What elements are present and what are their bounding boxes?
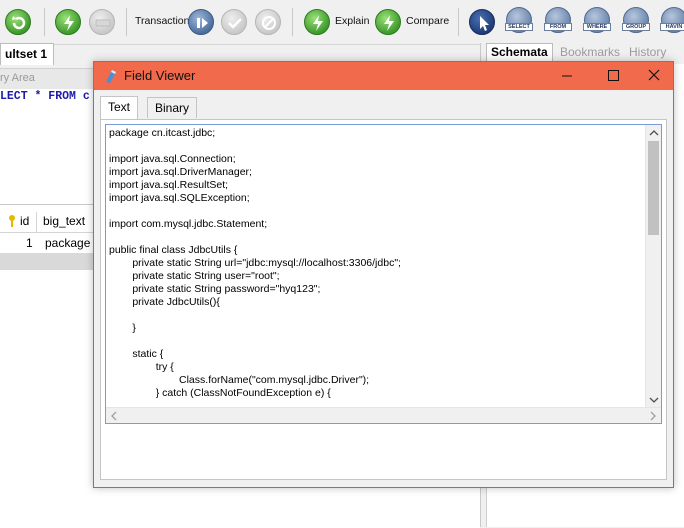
sql-text: LECT * FROM c bbox=[0, 90, 90, 103]
horizontal-scrollbar[interactable] bbox=[106, 407, 661, 423]
field-content[interactable]: package cn.itcast.jdbc; import java.sql.… bbox=[109, 127, 649, 400]
from-clause-button[interactable]: FROM bbox=[544, 7, 572, 35]
column-divider bbox=[36, 212, 37, 232]
scroll-left-icon bbox=[111, 411, 117, 421]
where-clause-button[interactable]: WHERE bbox=[583, 7, 611, 35]
explain-label[interactable]: Explain bbox=[335, 15, 369, 27]
toolbar-separator bbox=[44, 8, 45, 36]
tab-bookmarks[interactable]: Bookmarks bbox=[560, 45, 620, 59]
main-toolbar: Transaction Explain Compare SELECT FROM … bbox=[0, 0, 684, 45]
maximize-button[interactable] bbox=[590, 62, 636, 90]
rollback-icon[interactable] bbox=[255, 9, 281, 35]
toolbar-separator bbox=[458, 8, 459, 36]
minimize-button[interactable] bbox=[544, 62, 590, 90]
tab-binary[interactable]: Binary bbox=[147, 97, 198, 118]
stop-icon[interactable] bbox=[89, 9, 115, 35]
close-button[interactable] bbox=[635, 62, 681, 90]
vertical-scrollbar[interactable] bbox=[645, 125, 661, 408]
dialog-titlebar[interactable]: Field Viewer bbox=[94, 62, 673, 90]
scroll-thumb[interactable] bbox=[648, 141, 659, 235]
toolbar-separator bbox=[292, 8, 293, 36]
tab-schemata[interactable]: Schemata bbox=[486, 43, 553, 63]
execute-icon[interactable] bbox=[55, 9, 81, 35]
field-text-area[interactable]: package cn.itcast.jdbc; import java.sql.… bbox=[105, 124, 662, 424]
app-icon bbox=[104, 68, 118, 87]
commit-icon[interactable] bbox=[221, 9, 247, 35]
grid-empty-area bbox=[0, 270, 100, 527]
grid-empty-row bbox=[0, 253, 100, 270]
column-header-id[interactable]: id bbox=[20, 214, 29, 228]
scroll-right-icon bbox=[650, 411, 656, 421]
column-header-big-text[interactable]: big_text bbox=[43, 214, 85, 228]
begin-transaction-icon[interactable] bbox=[188, 9, 214, 35]
primary-key-icon bbox=[7, 214, 17, 231]
cell-big-text[interactable]: package c bbox=[45, 236, 100, 250]
select-clause-button[interactable]: SELECT bbox=[505, 7, 533, 35]
tab-resultset[interactable]: ultset 1 bbox=[0, 43, 54, 65]
close-icon bbox=[648, 69, 660, 81]
explain-icon[interactable] bbox=[304, 9, 330, 35]
having-clause-button[interactable]: HAVIN bbox=[660, 7, 684, 35]
compare-icon[interactable] bbox=[375, 9, 401, 35]
pointer-icon[interactable] bbox=[469, 9, 495, 35]
tab-history[interactable]: History bbox=[629, 45, 666, 59]
group-clause-button[interactable]: GROUP bbox=[622, 7, 650, 35]
text-tab-pane: package cn.itcast.jdbc; import java.sql.… bbox=[100, 119, 667, 480]
scroll-down-icon bbox=[649, 397, 659, 403]
dialog-title: Field Viewer bbox=[124, 68, 196, 83]
maximize-icon bbox=[608, 70, 619, 81]
toolbar-separator bbox=[126, 8, 127, 36]
compare-label[interactable]: Compare bbox=[406, 15, 449, 27]
cell-id[interactable]: 1 bbox=[26, 236, 33, 250]
transaction-label: Transaction bbox=[135, 15, 190, 27]
refresh-icon[interactable] bbox=[5, 9, 31, 35]
field-viewer-dialog: Field Viewer Text Binary package cn.itca… bbox=[93, 61, 674, 488]
tab-text[interactable]: Text bbox=[100, 96, 139, 119]
scroll-up-icon bbox=[649, 130, 659, 136]
minimize-icon bbox=[562, 75, 572, 77]
